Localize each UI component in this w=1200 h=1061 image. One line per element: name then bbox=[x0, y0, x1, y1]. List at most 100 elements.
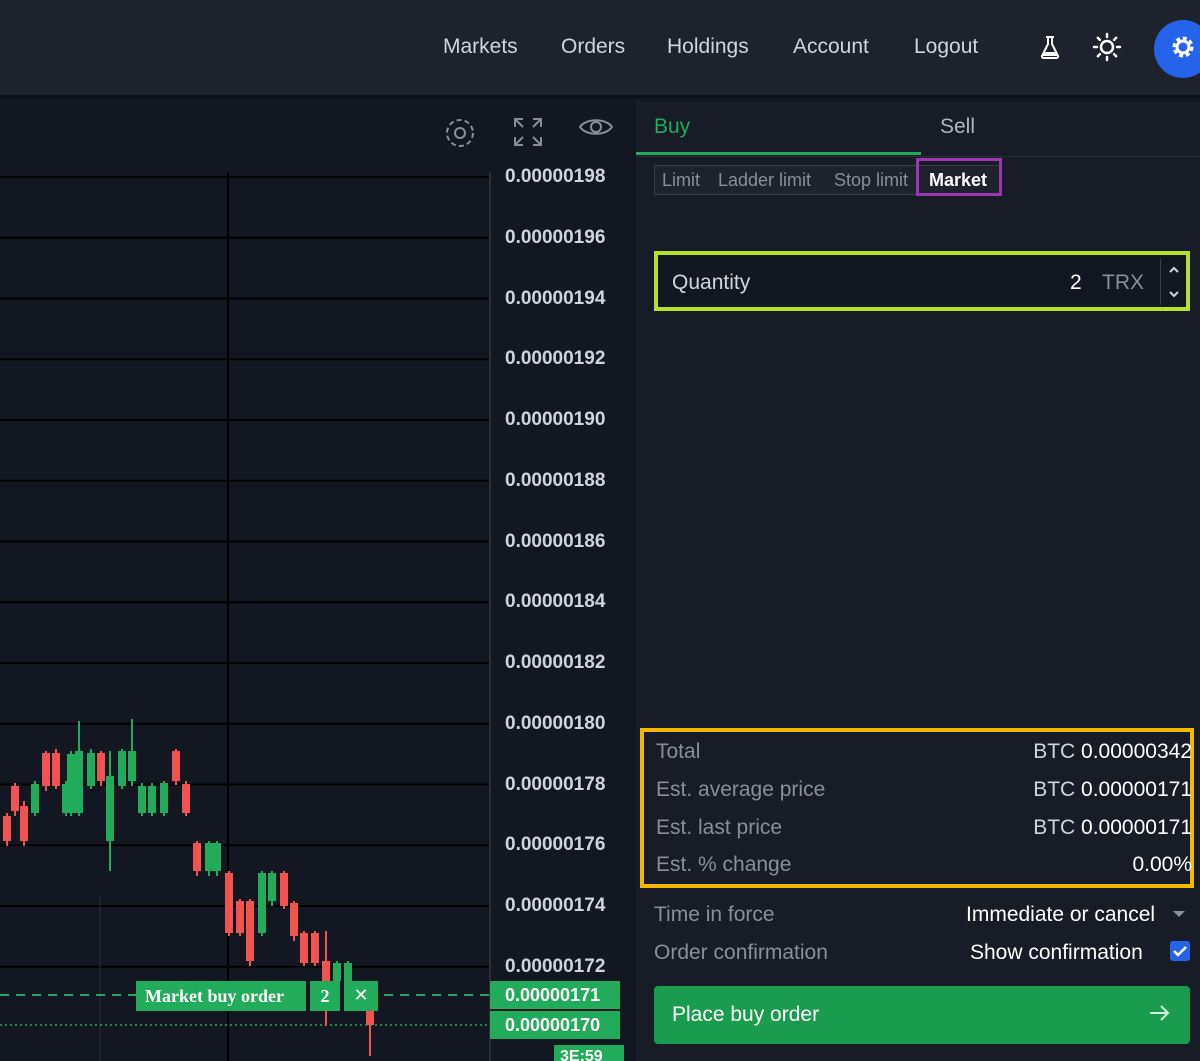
nav-orders[interactable]: Orders bbox=[561, 35, 625, 59]
candle-up bbox=[205, 843, 213, 871]
quantity-label: Quantity bbox=[672, 271, 751, 294]
candle-up bbox=[31, 784, 39, 813]
last-price-tag: 0.00000170 bbox=[490, 1011, 620, 1039]
candle-down bbox=[290, 903, 298, 936]
price-axis-label: 0.00000174 bbox=[505, 895, 606, 916]
candle-down bbox=[366, 1011, 374, 1025]
arrow-right-icon bbox=[1146, 1000, 1172, 1032]
active-tab-indicator bbox=[636, 152, 921, 155]
order-price-tag: 0.00000171 bbox=[490, 981, 620, 1009]
candle-up bbox=[118, 751, 126, 786]
change-value: 0.00% bbox=[1132, 853, 1192, 876]
candle-down bbox=[11, 786, 19, 811]
candle-down bbox=[311, 933, 319, 963]
candle-down bbox=[236, 901, 244, 933]
order-line-text: Market buy order bbox=[136, 981, 306, 1011]
candle-up bbox=[258, 873, 266, 933]
quantity-unit: TRX bbox=[1102, 271, 1144, 294]
chevron-down-icon[interactable] bbox=[1170, 905, 1188, 929]
candle-down bbox=[193, 843, 201, 871]
quantity-input[interactable]: 2 bbox=[1070, 271, 1082, 295]
price-axis-label: 0.00000194 bbox=[505, 287, 606, 309]
candle-down bbox=[280, 873, 288, 906]
order-summary: Total BTC 0.00000342 Est. average price … bbox=[640, 728, 1194, 888]
price-axis-label: 0.00000180 bbox=[505, 712, 606, 734]
top-navigation-bar: Markets Orders Holdings Account Logout bbox=[0, 0, 1200, 98]
price-axis-label: 0.00000184 bbox=[505, 591, 606, 613]
candle-down bbox=[42, 753, 50, 786]
settings-button[interactable] bbox=[1154, 20, 1200, 78]
order-type-stop-limit[interactable]: Stop limit bbox=[834, 170, 908, 191]
show-confirmation-checkbox[interactable] bbox=[1170, 941, 1190, 961]
chart-settings-icon[interactable] bbox=[442, 115, 482, 155]
eye-icon[interactable] bbox=[578, 115, 618, 155]
price-axis-label: 0.00000186 bbox=[505, 530, 606, 552]
order-line-qty: 2 bbox=[310, 981, 340, 1011]
place-buy-order-button[interactable]: Place buy order bbox=[654, 986, 1190, 1044]
order-confirmation-label: Order confirmation bbox=[654, 941, 828, 964]
market-tab-highlight bbox=[916, 158, 1002, 196]
close-icon[interactable]: ✕ bbox=[344, 981, 378, 1011]
price-chart[interactable]: 0.00000198 0.00000196 0.00000194 0.00000192… bbox=[0, 101, 634, 1061]
candle-down bbox=[246, 901, 254, 961]
nav-logout[interactable]: Logout bbox=[914, 35, 978, 59]
candle-up bbox=[138, 786, 146, 813]
price-axis-label: 0.00000178 bbox=[505, 773, 606, 795]
candle-down bbox=[52, 753, 60, 786]
candle-down bbox=[172, 751, 180, 781]
avg-price-value: 0.00000171 bbox=[1081, 778, 1192, 801]
total-label: Total bbox=[656, 740, 701, 763]
nav-markets[interactable]: Markets bbox=[443, 35, 518, 59]
price-axis-label: 0.00000190 bbox=[505, 409, 606, 430]
tab-buy[interactable]: Buy bbox=[654, 115, 690, 139]
candle-up bbox=[67, 754, 75, 813]
candle-up bbox=[160, 783, 168, 813]
price-axis-label: 0.00000182 bbox=[505, 652, 606, 673]
flask-icon[interactable] bbox=[1033, 30, 1067, 64]
order-line-label[interactable]: Market buy order 2 ✕ bbox=[136, 981, 378, 1011]
countdown-tag: 3E:59 bbox=[554, 1045, 624, 1061]
total-currency: BTC bbox=[1033, 740, 1076, 763]
time-in-force-label: Time in force bbox=[654, 903, 775, 926]
candle-down bbox=[300, 933, 308, 963]
last-price-label: Est. last price bbox=[656, 816, 783, 839]
check-icon bbox=[1173, 946, 1187, 957]
gear-icon bbox=[1168, 32, 1198, 67]
sun-icon[interactable] bbox=[1090, 30, 1124, 64]
quantity-stepper[interactable] bbox=[1160, 259, 1186, 305]
tab-sell[interactable]: Sell bbox=[940, 115, 975, 139]
fullscreen-icon[interactable] bbox=[511, 115, 551, 155]
candle-up bbox=[128, 751, 136, 781]
change-label: Est. % change bbox=[656, 853, 792, 876]
total-value: 0.00000342 bbox=[1081, 740, 1192, 763]
quantity-field[interactable]: Quantity 2 TRX bbox=[654, 251, 1190, 311]
candle-up bbox=[268, 873, 276, 901]
nav-account[interactable]: Account bbox=[793, 35, 869, 59]
price-axis-label: 0.00000196 bbox=[505, 226, 606, 248]
candle-up bbox=[148, 786, 156, 813]
avg-price-currency: BTC bbox=[1033, 778, 1076, 801]
candle-up bbox=[213, 843, 221, 871]
order-type-limit[interactable]: Limit bbox=[662, 170, 700, 191]
place-order-label: Place buy order bbox=[672, 1003, 820, 1026]
order-panel: Buy Sell Limit Ladder limit Stop limit M… bbox=[636, 101, 1200, 1061]
time-in-force-select[interactable]: Immediate or cancel bbox=[966, 903, 1155, 927]
order-type-ladder-limit[interactable]: Ladder limit bbox=[718, 170, 811, 191]
last-price-currency: BTC bbox=[1033, 816, 1076, 839]
candle-down bbox=[225, 873, 233, 933]
candle-down bbox=[20, 806, 28, 841]
price-axis-label: 0.00000198 bbox=[505, 166, 606, 187]
candle-down bbox=[3, 816, 11, 841]
side-tabs: Buy Sell bbox=[636, 101, 1200, 157]
candle-up bbox=[87, 753, 95, 786]
price-axis-label: 0.00000176 bbox=[505, 834, 606, 856]
price-axis-label: 0.00000172 bbox=[505, 955, 606, 977]
nav-holdings[interactable]: Holdings bbox=[667, 35, 749, 59]
price-axis-label: 0.00000188 bbox=[505, 469, 606, 491]
chevron-down-icon bbox=[1169, 291, 1179, 298]
show-confirmation-label: Show confirmation bbox=[970, 941, 1143, 964]
chevron-up-icon bbox=[1169, 266, 1179, 273]
avg-price-label: Est. average price bbox=[656, 778, 826, 801]
price-axis-label: 0.00000192 bbox=[505, 348, 606, 370]
candle-up bbox=[106, 776, 114, 841]
